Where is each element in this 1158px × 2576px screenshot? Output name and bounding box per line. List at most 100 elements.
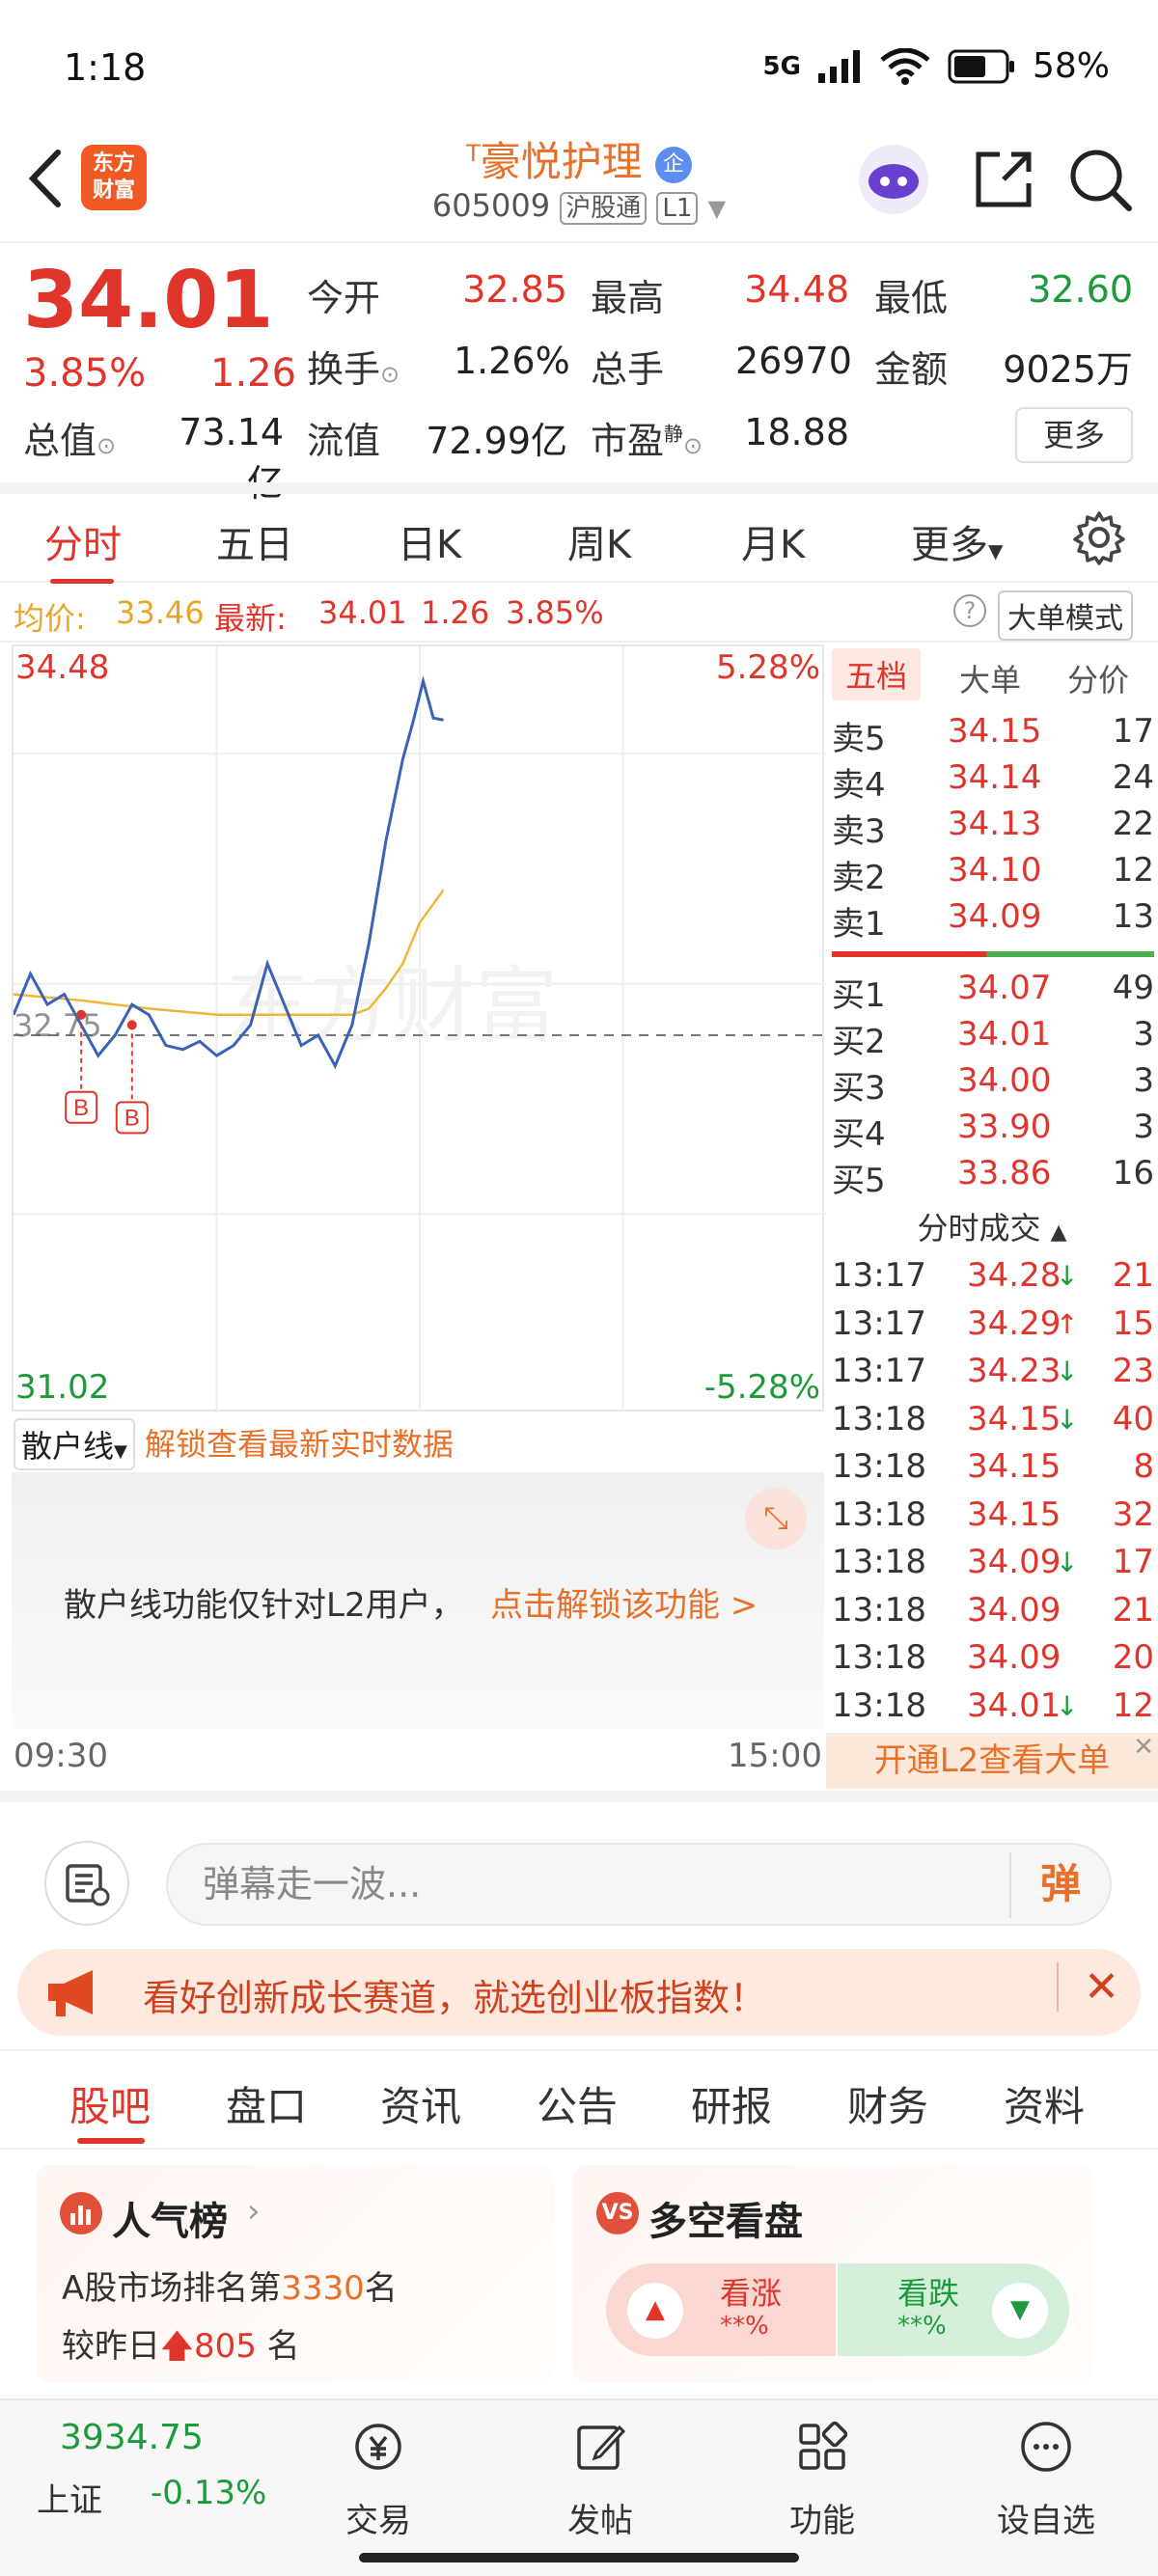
retail-bar: 散户线▼ 解锁查看最新实时数据: [12, 1414, 824, 1472]
danmaku-input[interactable]: 弹幕走一波...: [166, 1843, 1112, 1926]
active-tab-indicator: [77, 2138, 145, 2144]
ask-row: 卖5 34.15 17: [832, 712, 1154, 758]
retail-selector[interactable]: 散户线▼: [14, 1418, 135, 1470]
status-bar: 1:18 5G 58%: [0, 0, 1158, 125]
close-icon[interactable]: ✕: [1057, 1962, 1119, 2012]
nav-functions[interactable]: 功能: [755, 2418, 890, 2541]
l2-upgrade-banner[interactable]: 开通L2查看大单 ✕: [826, 1733, 1158, 1789]
l2-banner-text: 开通L2查看大单: [873, 1741, 1111, 1780]
vote-bear-button[interactable]: 看跌 **% ▼: [838, 2263, 1069, 2356]
help-icon[interactable]: ?: [953, 594, 986, 627]
vote-bull-button[interactable]: ▲ 看涨 **%: [606, 2263, 836, 2356]
period-tabs: 分时 五日 日K 周K 月K 更多▼: [0, 482, 1158, 584]
rank-prefix: A股市场排名第: [62, 2269, 282, 2308]
bid-row: 买5 33.86 16: [832, 1154, 1154, 1200]
wifi-icon: [880, 47, 930, 85]
tab-intraday[interactable]: 分时: [44, 513, 122, 569]
tab-five-day[interactable]: 五日: [216, 513, 293, 569]
tab-price-dist[interactable]: 分价: [1067, 656, 1129, 700]
nav-trade[interactable]: 交易: [311, 2418, 446, 2541]
index-name: 上证: [37, 2481, 102, 2520]
arrow-up-icon: 🡅: [160, 2327, 194, 2366]
trade-volume: 20: [1112, 1638, 1154, 1677]
intraday-chart[interactable]: 东方财富 B B 34.48 5.28% 32.75 31.02 -5.28%: [12, 644, 826, 1413]
ad-banner[interactable]: 看好创新成长赛道，就选创业板指数！ ✕: [17, 1949, 1141, 2036]
tab-profile[interactable]: 资料: [1004, 2074, 1085, 2133]
robot-assistant-icon[interactable]: [855, 141, 932, 218]
tab-weekly-k[interactable]: 周K: [567, 513, 631, 569]
trade-price: 34.15: [967, 1399, 1062, 1439]
trade-direction-icon: ↓: [1056, 1356, 1079, 1387]
big-order-mode-button[interactable]: 大单模式: [998, 590, 1133, 641]
bottom-nav: 3934.75 上证 -0.13% 交易 发帖 功能 设自选: [0, 2398, 1158, 2576]
trade-row: 13:17 34.23 ↓ 23: [832, 1352, 1154, 1398]
tab-more[interactable]: 更多▼: [911, 513, 1003, 569]
turnover-label[interactable]: 换手⊙: [307, 340, 400, 393]
trade-volume: 40: [1112, 1399, 1154, 1439]
tab-guba[interactable]: 股吧: [69, 2074, 151, 2133]
turnover-value: 1.26%: [454, 340, 570, 382]
more-quote-button[interactable]: 更多: [1015, 407, 1133, 463]
ask-price: 34.13: [948, 805, 1042, 843]
ask-label: 卖2: [832, 859, 886, 897]
tab-finance[interactable]: 财务: [847, 2074, 928, 2133]
ask-label: 卖1: [832, 905, 886, 944]
enterprise-badge-icon: 企: [655, 146, 693, 183]
popularity-card[interactable]: 人气榜 › A股市场排名第3330名 较昨日🡅805 名: [37, 2165, 554, 2383]
mktcap-label[interactable]: 总值⊙: [23, 411, 116, 464]
danmaku-toggle-button[interactable]: 弹: [1009, 1852, 1110, 1918]
rank-line: A股市场排名第3330名: [62, 2261, 398, 2309]
expand-icon[interactable]: ⤡: [745, 1488, 807, 1549]
bid-label: 买4: [832, 1115, 886, 1154]
y-max-label: 34.48: [15, 648, 110, 687]
trade-time: 13:18: [832, 1685, 926, 1725]
signal-icon: [817, 49, 860, 83]
tab-announcements[interactable]: 公告: [537, 2074, 618, 2133]
pe-sup: 静: [664, 422, 684, 446]
tab-five-levels[interactable]: 五档: [832, 648, 922, 700]
tab-news[interactable]: 资讯: [380, 2074, 461, 2133]
nav-add-watchlist[interactable]: 设自选: [979, 2418, 1114, 2541]
nav-post[interactable]: 发帖: [533, 2418, 668, 2541]
trade-price: 34.15: [967, 1447, 1062, 1486]
nav-trade-label: 交易: [345, 2502, 411, 2540]
trade-volume: 21: [1112, 1590, 1154, 1630]
ask-volume: 12: [1112, 851, 1154, 890]
search-icon[interactable]: [1062, 141, 1139, 218]
close-icon[interactable]: ✕: [1133, 1719, 1154, 1775]
tab-pankou[interactable]: 盘口: [226, 2074, 307, 2133]
trade-time: 13:18: [832, 1590, 926, 1630]
trades-header[interactable]: 分时成交 ▲: [826, 1204, 1158, 1248]
trade-time: 13:18: [832, 1399, 926, 1439]
nav-functions-label: 功能: [789, 2502, 855, 2540]
ask-row: 卖1 34.09 13: [832, 897, 1154, 944]
pe-label[interactable]: 市盈静⊙: [591, 411, 703, 464]
buy-marker-label: B: [124, 1105, 140, 1131]
trade-time: 13:18: [832, 1543, 926, 1581]
tab-research[interactable]: 研报: [691, 2074, 772, 2133]
bid-price: 34.00: [957, 1061, 1052, 1100]
share-icon[interactable]: [965, 141, 1042, 218]
change-pct: 3.85%: [23, 351, 147, 396]
trade-row: 13:18 34.01 ↓ 12: [832, 1686, 1154, 1733]
settings-gear-icon[interactable]: [1071, 509, 1127, 569]
stock-prefix-tag: T: [465, 140, 481, 167]
tab-monthly-k[interactable]: 月K: [741, 513, 805, 569]
pct-min-label: -5.28%: [703, 1368, 820, 1407]
avg-value: 33.46: [116, 594, 205, 631]
high-value: 34.48: [744, 268, 849, 311]
open-value: 32.85: [462, 268, 567, 311]
buy-marker[interactable]: B: [115, 1020, 149, 1135]
comment-settings-icon[interactable]: [44, 1841, 129, 1926]
unlock-link[interactable]: 解锁查看最新实时数据: [145, 1420, 454, 1465]
tab-big-orders[interactable]: 大单: [959, 656, 1021, 700]
retail-locked-box: 散户线功能仅针对L2用户， 点击解锁该功能 > ⤡: [12, 1472, 824, 1729]
rank-change-suffix: 名: [256, 2327, 300, 2366]
retail-unlock-link[interactable]: 点击解锁该功能 >: [490, 1578, 758, 1626]
tab-daily-k[interactable]: 日K: [398, 513, 461, 569]
info-icon: ⊙: [683, 432, 703, 459]
network-icon: 5G: [762, 51, 801, 81]
time-end-label: 15:00: [728, 1737, 822, 1775]
trade-row: 13:18 34.09 ↓ 17: [832, 1543, 1154, 1589]
bear-label: 看跌: [897, 2275, 960, 2312]
